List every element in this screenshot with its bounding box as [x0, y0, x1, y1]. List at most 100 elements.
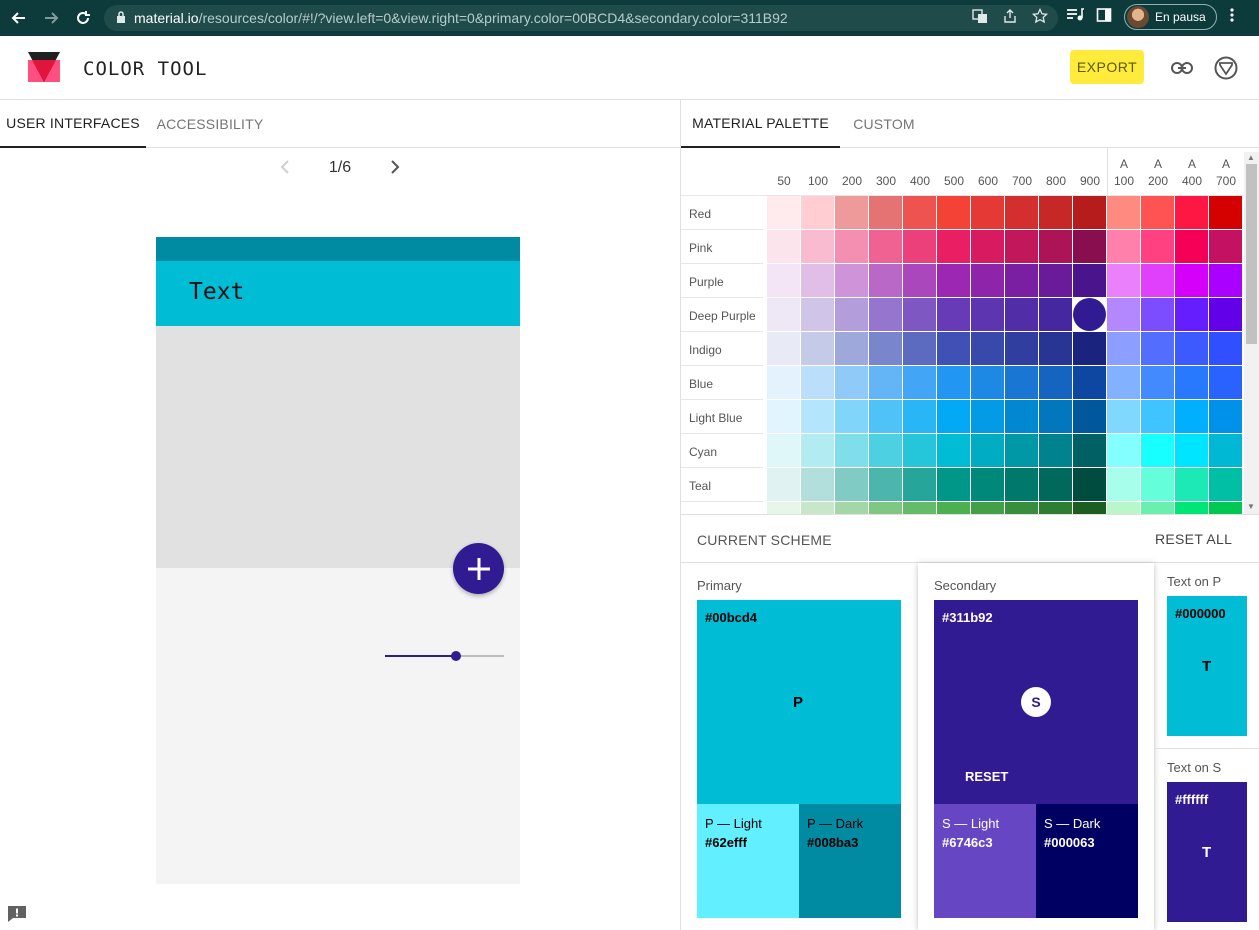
- material-logo-icon[interactable]: [1213, 55, 1239, 81]
- palette-cell[interactable]: [801, 434, 834, 467]
- palette-cell[interactable]: [835, 298, 868, 331]
- palette-cell[interactable]: [1005, 332, 1038, 365]
- palette-cell[interactable]: [971, 434, 1004, 467]
- palette-cell[interactable]: [1005, 264, 1038, 297]
- address-bar[interactable]: material.io/resources/color/#!/?view.lef…: [104, 5, 1058, 31]
- palette-cell[interactable]: [1175, 502, 1208, 514]
- slider-thumb[interactable]: [451, 651, 461, 661]
- palette-cell[interactable]: [1175, 264, 1208, 297]
- palette-cell[interactable]: [1107, 366, 1140, 399]
- palette-cell[interactable]: [971, 264, 1004, 297]
- palette-cell[interactable]: [1107, 502, 1140, 514]
- primary-dark-swatch[interactable]: P — Dark #008ba3: [799, 804, 901, 918]
- palette-cell[interactable]: [1141, 366, 1174, 399]
- palette-cell[interactable]: [1039, 366, 1072, 399]
- media-control-icon[interactable]: [1066, 7, 1084, 27]
- palette-cell[interactable]: [1005, 298, 1038, 331]
- scroll-up-icon[interactable]: ▲: [1247, 153, 1255, 162]
- palette-cell[interactable]: [869, 298, 902, 331]
- tab-user-interfaces[interactable]: USER INTERFACES: [0, 100, 146, 148]
- palette-cell[interactable]: [971, 502, 1004, 514]
- palette-cell[interactable]: [835, 264, 868, 297]
- palette-cell[interactable]: [801, 400, 834, 433]
- side-panel-icon[interactable]: [1096, 7, 1112, 27]
- palette-cell[interactable]: [1175, 196, 1208, 229]
- palette-cell[interactable]: [869, 468, 902, 501]
- palette-cell[interactable]: [1039, 264, 1072, 297]
- palette-cell[interactable]: [1073, 230, 1106, 263]
- palette-cell[interactable]: [1141, 434, 1174, 467]
- palette-cell[interactable]: [835, 468, 868, 501]
- palette-cell[interactable]: [971, 298, 1004, 331]
- palette-cell[interactable]: [1005, 196, 1038, 229]
- palette-cell[interactable]: [1175, 298, 1208, 331]
- scroll-down-icon[interactable]: ▼: [1247, 502, 1255, 511]
- palette-cell[interactable]: [937, 230, 970, 263]
- palette-cell[interactable]: [1039, 502, 1072, 514]
- secondary-light-swatch[interactable]: S — Light #6746c3: [934, 804, 1036, 918]
- palette-cell[interactable]: [767, 434, 800, 467]
- bookmark-star-icon[interactable]: [1031, 7, 1049, 28]
- palette-cell[interactable]: [1073, 400, 1106, 433]
- palette-cell[interactable]: [835, 434, 868, 467]
- palette-cell[interactable]: [1141, 196, 1174, 229]
- translate-icon[interactable]: [972, 8, 988, 28]
- palette-cell[interactable]: [1141, 332, 1174, 365]
- palette-cell[interactable]: [835, 230, 868, 263]
- palette-cell[interactable]: [1005, 502, 1038, 514]
- primary-light-swatch[interactable]: P — Light #62efff: [697, 804, 799, 918]
- palette-cell[interactable]: [767, 468, 800, 501]
- palette-cell[interactable]: [937, 332, 970, 365]
- palette-cell[interactable]: [1209, 298, 1242, 331]
- palette-cell[interactable]: [835, 332, 868, 365]
- palette-cell[interactable]: [1175, 400, 1208, 433]
- link-icon[interactable]: [1169, 55, 1195, 81]
- palette-cell[interactable]: [1209, 468, 1242, 501]
- palette-cell[interactable]: [971, 400, 1004, 433]
- palette-cell[interactable]: [869, 264, 902, 297]
- preview-fab-button[interactable]: [453, 543, 504, 594]
- palette-cell[interactable]: [801, 468, 834, 501]
- palette-cell[interactable]: [767, 400, 800, 433]
- palette-cell[interactable]: [801, 332, 834, 365]
- palette-cell[interactable]: [1073, 468, 1106, 501]
- palette-cell[interactable]: [1107, 434, 1140, 467]
- palette-cell[interactable]: [767, 196, 800, 229]
- palette-cell[interactable]: [1209, 366, 1242, 399]
- palette-cell[interactable]: [767, 298, 800, 331]
- palette-cell[interactable]: [1107, 332, 1140, 365]
- palette-cell[interactable]: [1175, 434, 1208, 467]
- palette-cell[interactable]: [1073, 264, 1106, 297]
- primary-swatch[interactable]: #00bcd4 P: [697, 600, 901, 804]
- palette-cell[interactable]: [835, 196, 868, 229]
- palette-cell[interactable]: [1209, 502, 1242, 514]
- palette-cell[interactable]: [1175, 332, 1208, 365]
- palette-cell[interactable]: [869, 230, 902, 263]
- tab-custom[interactable]: CUSTOM: [840, 100, 928, 148]
- scrollbar-thumb[interactable]: [1246, 164, 1257, 344]
- palette-cell[interactable]: [971, 332, 1004, 365]
- palette-scrollbar[interactable]: ▲ ▼: [1244, 152, 1259, 514]
- palette-cell[interactable]: [1141, 264, 1174, 297]
- palette-cell[interactable]: [1073, 196, 1106, 229]
- palette-cell[interactable]: [971, 230, 1004, 263]
- palette-cell[interactable]: [1005, 400, 1038, 433]
- profile-button[interactable]: En pausa: [1124, 4, 1217, 30]
- palette-cell[interactable]: [767, 366, 800, 399]
- palette-cell[interactable]: [835, 366, 868, 399]
- export-button[interactable]: EXPORT: [1070, 50, 1144, 84]
- palette-cell[interactable]: [869, 366, 902, 399]
- palette-cell[interactable]: [1039, 298, 1072, 331]
- palette-cell[interactable]: [937, 468, 970, 501]
- palette-cell[interactable]: [869, 502, 902, 514]
- palette-cell[interactable]: [971, 366, 1004, 399]
- palette-cell[interactable]: [937, 196, 970, 229]
- palette-cell[interactable]: [937, 434, 970, 467]
- palette-cell[interactable]: [1005, 230, 1038, 263]
- reset-all-button[interactable]: RESET ALL: [1155, 531, 1232, 547]
- palette-cell[interactable]: [903, 502, 936, 514]
- palette-cell[interactable]: [1209, 264, 1242, 297]
- palette-cell[interactable]: [869, 400, 902, 433]
- palette-cell-selected[interactable]: [1073, 298, 1106, 331]
- palette-cell[interactable]: [971, 468, 1004, 501]
